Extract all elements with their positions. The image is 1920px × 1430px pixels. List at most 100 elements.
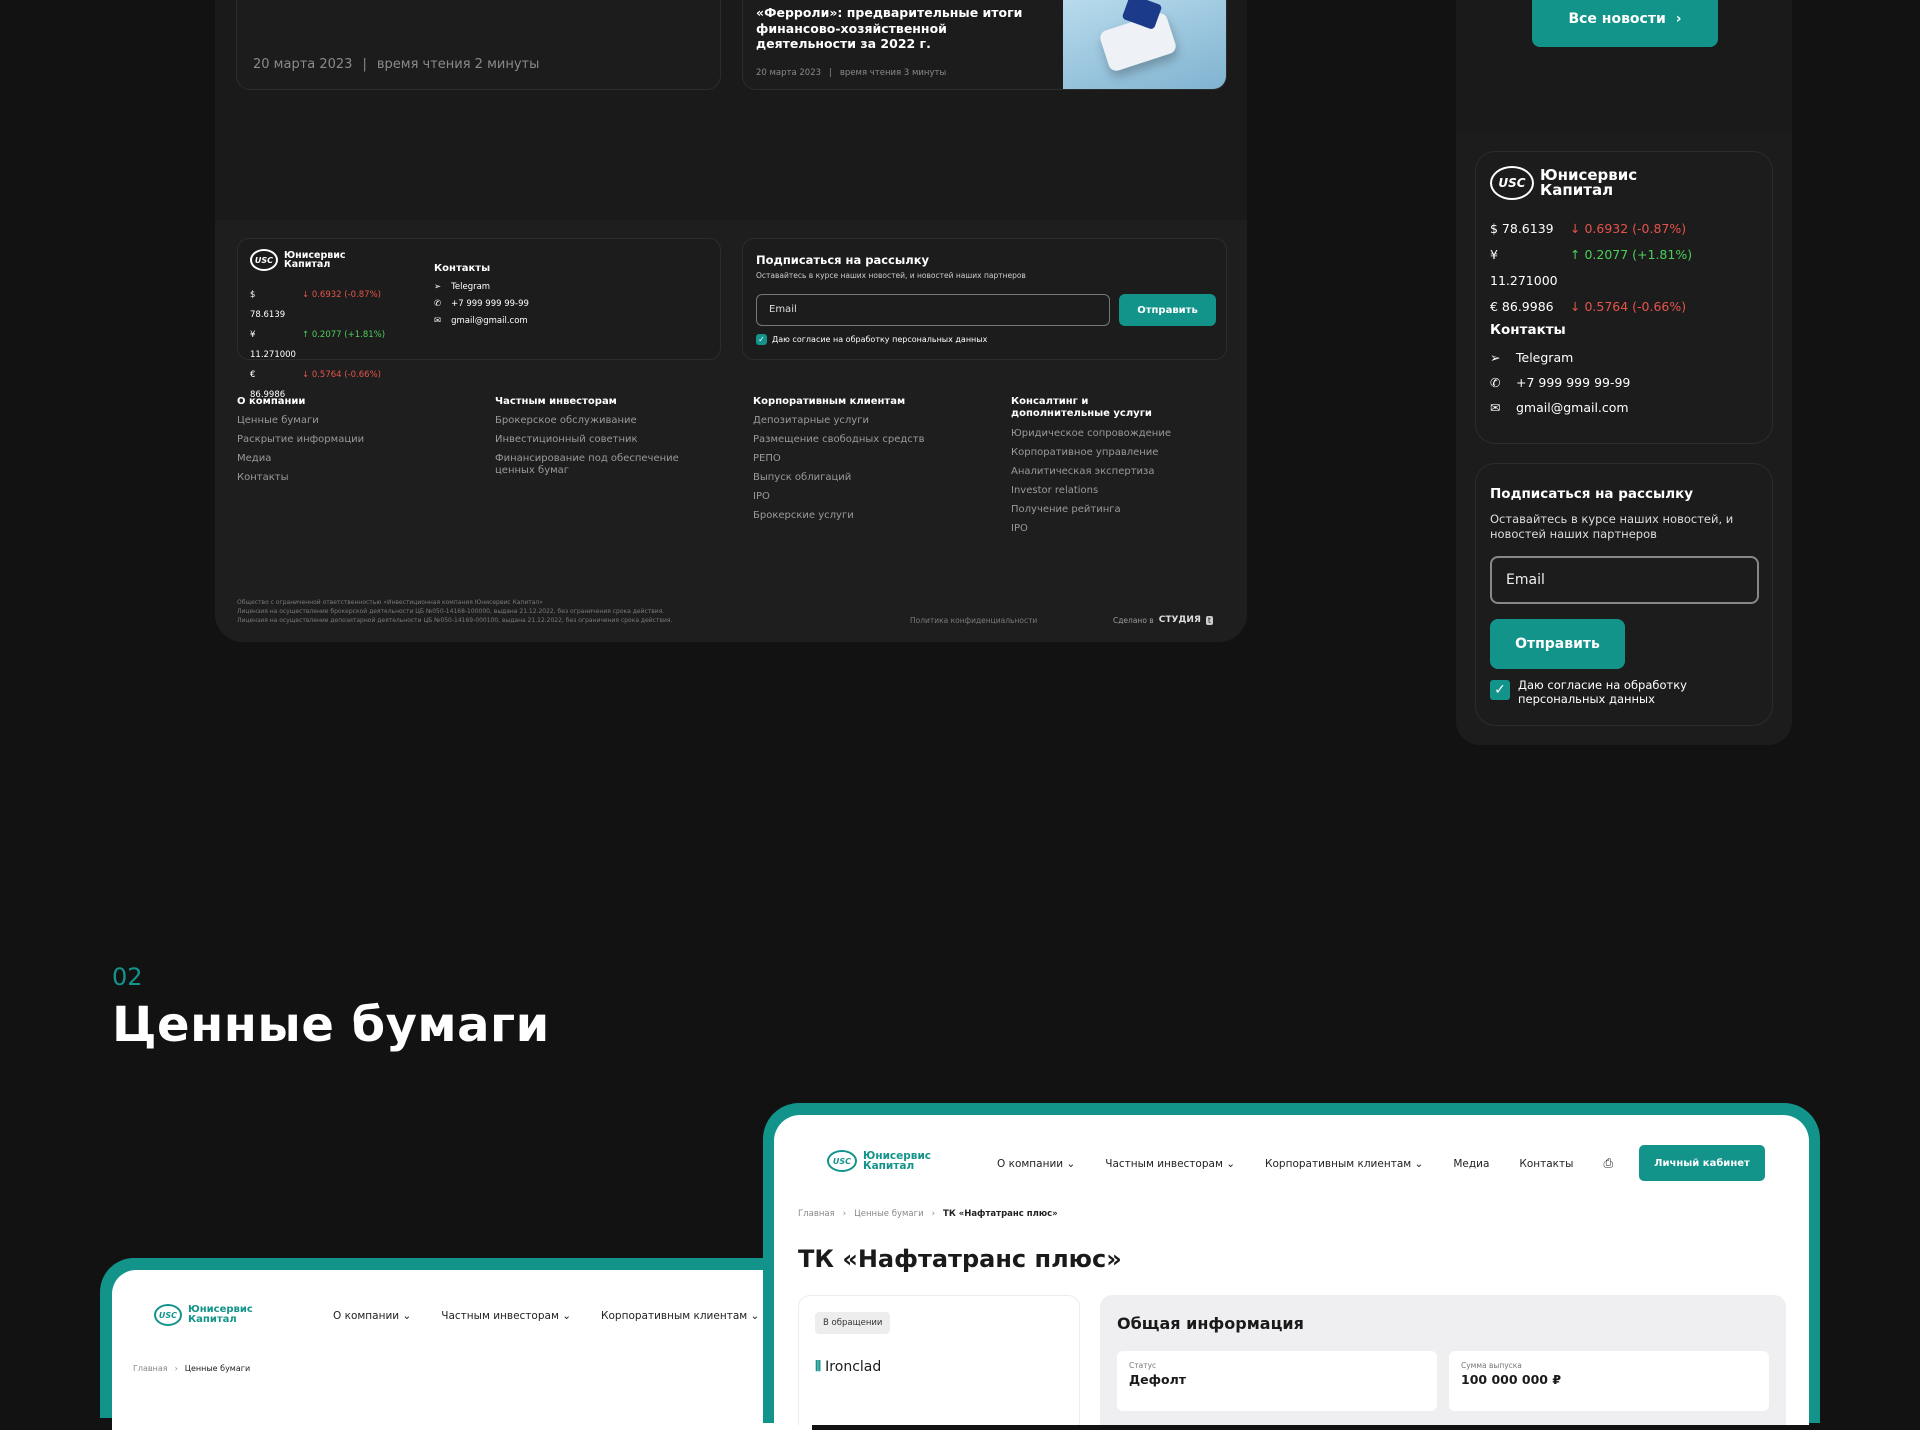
subscribe-text: Оставайтесь в курсе наших новостей, и но…	[756, 271, 1026, 280]
chevron-right-icon: ›	[174, 1364, 178, 1373]
nav-label: Корпоративным клиентам	[1265, 1157, 1412, 1170]
email-input[interactable]: Email	[1490, 556, 1759, 604]
footer-link[interactable]: Аналитическая экспертиза	[1011, 466, 1161, 477]
field-label: Статус	[1129, 1361, 1157, 1370]
checkbox-checked-icon[interactable]: ✓	[756, 334, 767, 345]
chevron-right-icon: ›	[842, 1209, 847, 1219]
chevron-down-icon: ⌄	[402, 1310, 412, 1322]
all-news-label: Все новости	[1568, 10, 1666, 27]
news-date: 20 марта 2023	[756, 68, 822, 78]
news-card[interactable]: 20 марта 2023 | время чтения 2 минуты	[236, 0, 721, 90]
telegram-icon: ➢	[434, 282, 442, 292]
brand-logo[interactable]: USC Юнисервис Капитал	[250, 249, 346, 271]
legal-text: Общество с ограниченной ответственностью…	[237, 598, 672, 625]
nav-about[interactable]: О компании ⌄	[997, 1158, 1075, 1170]
main-nav: О компании ⌄ Частным инвесторам ⌄ Корпор…	[333, 1310, 798, 1322]
news-card[interactable]: «Ферроли»: предварительные итоги финансо…	[742, 0, 1227, 90]
nav-corporate[interactable]: Корпоративным клиентам ⌄	[601, 1310, 759, 1322]
status-field: Статус Дефолт	[1117, 1351, 1437, 1411]
nav-media[interactable]: Медиа	[1453, 1158, 1489, 1170]
checkbox-checked-icon[interactable]: ✓	[1490, 680, 1510, 700]
cabinet-button[interactable]: Личный кабинет	[1639, 1145, 1765, 1181]
divider: |	[362, 57, 367, 72]
footer-link[interactable]: Размещение свободных средств	[753, 434, 983, 445]
made-by[interactable]: Сделано в СТУДИЯ t	[1113, 615, 1214, 625]
rate-row: $ 78.6139 ↓ 0.6932 (-0.87%)	[250, 285, 385, 325]
breadcrumb-home[interactable]: Главная	[133, 1364, 168, 1373]
legal-line: Лицензия на осуществление брокерской дея…	[237, 608, 665, 615]
nav-private[interactable]: Частным инвесторам ⌄	[441, 1310, 571, 1322]
footer-link[interactable]: Контакты	[237, 472, 477, 483]
email-placeholder: Email	[769, 304, 797, 315]
footer-link[interactable]: Брокерские услуги	[753, 510, 983, 521]
subscribe-title: Подписаться на рассылку	[756, 253, 929, 267]
footer-link[interactable]: Раскрытие информации	[237, 434, 477, 445]
submit-button[interactable]: Отправить	[1490, 619, 1625, 669]
legal-line: Общество с ограниченной ответственностью…	[237, 599, 543, 606]
made-label: Сделано в	[1113, 615, 1154, 625]
contact-email[interactable]: ✉ gmail@gmail.com	[1490, 400, 1630, 415]
footer-col-corporate: Корпоративным клиентам Депозитарные услу…	[753, 396, 983, 521]
contacts-block: Контакты ➢ Telegram ✆ +7 999 999 99-99 ✉ gm…	[1490, 322, 1630, 415]
footer-link[interactable]: IPO	[1011, 523, 1161, 534]
studio-logo: СТУДИЯ	[1158, 615, 1201, 625]
brand-line2: Капитал	[284, 259, 331, 270]
brand-logo[interactable]: USC Юнисервис Капитал	[827, 1150, 931, 1172]
nav-corporate[interactable]: Корпоративным клиентам ⌄	[1265, 1158, 1423, 1170]
cart-icon[interactable]: ⎙	[1603, 1156, 1613, 1171]
footer-link[interactable]: Получение рейтинга	[1011, 504, 1161, 515]
footer-link[interactable]: Финансирование под обеспечение ценных бу…	[495, 453, 710, 477]
usc-logo-icon: USC	[1490, 166, 1534, 200]
footer-link[interactable]: Инвестиционный советник	[495, 434, 710, 445]
footer-link[interactable]: Юридическое сопровождение	[1011, 428, 1171, 439]
footer-link[interactable]: Медиа	[237, 453, 477, 464]
phone-label: +7 999 999 99-99	[1516, 375, 1631, 390]
status-badge: В обращении	[815, 1312, 891, 1334]
contact-phone[interactable]: ✆ +7 999 999 99-99	[1490, 375, 1630, 390]
privacy-link[interactable]: Политика конфиденциальности	[910, 616, 1037, 625]
footer-col-title: Частным инвесторам	[495, 396, 617, 407]
consent-row[interactable]: ✓ Даю согласие на обработку персональных…	[756, 334, 987, 345]
footer-link[interactable]: Депозитарные услуги	[753, 415, 983, 426]
contact-telegram[interactable]: ➢ Telegram	[434, 282, 529, 292]
subscribe-title: Подписаться на рассылку	[1490, 486, 1694, 502]
subscribe-card: Подписаться на рассылку Оставайтесь в ку…	[742, 238, 1227, 360]
submit-button[interactable]: Отправить	[1119, 294, 1216, 326]
usc-logo-icon: USC	[154, 1304, 182, 1326]
telegram-icon: ➢	[1490, 350, 1501, 365]
subscribe-text: Оставайтесь в курсе наших новостей, и но…	[1490, 512, 1734, 541]
email-label: gmail@gmail.com	[1516, 400, 1629, 415]
footer-link[interactable]: Ценные бумаги	[237, 415, 477, 426]
footer-link[interactable]: Брокерское обслуживание	[495, 415, 710, 426]
breadcrumb-home[interactable]: Главная	[798, 1209, 835, 1219]
nav-about[interactable]: О компании ⌄	[333, 1310, 411, 1322]
nav-contacts[interactable]: Контакты	[1519, 1158, 1573, 1170]
contact-email[interactable]: ✉ gmail@gmail.com	[434, 316, 529, 326]
email-input[interactable]: Email	[756, 294, 1110, 326]
nav-private[interactable]: Частным инвесторам ⌄	[1105, 1158, 1235, 1170]
contact-telegram[interactable]: ➢ Telegram	[1490, 350, 1630, 365]
footer-link[interactable]: IPO	[753, 491, 983, 502]
rate-change: ↑ 0.2077 (+1.81%)	[302, 330, 386, 340]
email-placeholder: Email	[1506, 572, 1545, 588]
footer-link[interactable]: Investor relations	[1011, 485, 1161, 496]
footer-link[interactable]: РЕПО	[753, 453, 983, 464]
rate-change: ↑ 0.2077 (+1.81%)	[1570, 247, 1693, 262]
contact-phone[interactable]: ✆ +7 999 999 99-99	[434, 299, 529, 309]
field-label: Сумма выпуска	[1461, 1361, 1522, 1370]
rate-change: ↓ 0.5764 (-0.66%)	[1570, 299, 1687, 314]
nav-label: Частным инвесторам	[1105, 1157, 1223, 1170]
mail-icon: ✉	[1490, 400, 1501, 415]
brand-logo[interactable]: USC Юнисервис Капитал	[1490, 166, 1637, 200]
all-news-button[interactable]: Все новости ›	[1532, 0, 1718, 47]
footer-link[interactable]: Выпуск облигаций	[753, 472, 983, 483]
footer-link[interactable]: Корпоративное управление	[1011, 447, 1161, 458]
breadcrumb-current: Ценные бумаги	[184, 1364, 251, 1373]
section-title: Ценные бумаги	[112, 997, 550, 1053]
mobile-subscribe-card: Подписаться на рассылку Оставайтесь в ку…	[1475, 463, 1773, 726]
breadcrumb-securities[interactable]: Ценные бумаги	[854, 1209, 923, 1219]
brand-logo[interactable]: USC Юнисервис Капитал	[154, 1304, 253, 1326]
telegram-label: Telegram	[451, 282, 491, 292]
usc-logo-icon: USC	[250, 249, 278, 271]
consent-row[interactable]: ✓ Даю согласие на обработку персональных…	[1490, 678, 1760, 706]
